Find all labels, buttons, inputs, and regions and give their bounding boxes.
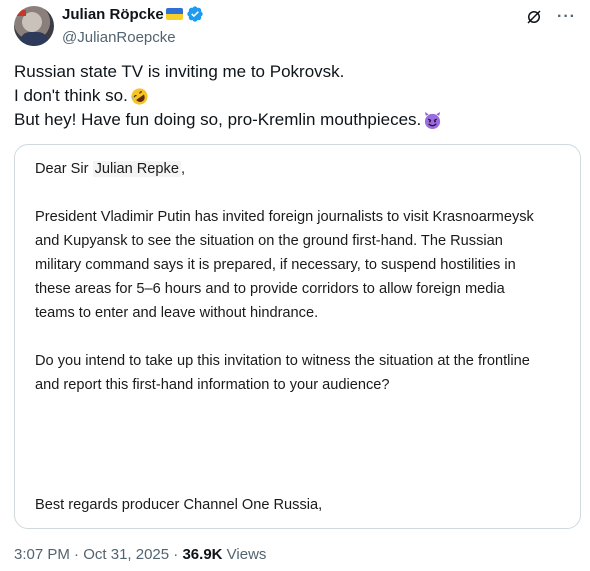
letter-para1-line2: and Kupyansk to see the situation on the… bbox=[35, 233, 503, 249]
author-handle[interactable]: @JulianRoepcke bbox=[62, 28, 204, 48]
rolling-on-floor-laughing-emoji bbox=[131, 87, 148, 105]
tweet-line-2: I don't think so. bbox=[14, 84, 580, 108]
letter-text: Dear Sir Julian Repke, President Vladimi… bbox=[35, 157, 555, 517]
tweet-line-1: Russian state TV is inviting me to Pokro… bbox=[14, 60, 580, 84]
letter-para1-line4: these areas for 5–6 hours and to provide… bbox=[35, 281, 505, 297]
tweet-meta: 3:07 PM · Oct 31, 2025 · 36.9K Views bbox=[14, 545, 266, 565]
tweet-line-3-text: But hey! Have fun doing so, pro-Kremlin … bbox=[14, 110, 422, 129]
tweet-header: Julian Röpcke @JulianRoepcke ··· bbox=[14, 4, 580, 48]
display-name-row: Julian Röpcke bbox=[62, 4, 204, 24]
attached-image-card[interactable]: Dear Sir Julian Repke, President Vladimi… bbox=[14, 144, 581, 529]
tweet-line-1-text: Russian state TV is inviting me to Pokro… bbox=[14, 62, 345, 81]
letter-salutation: Dear Sir Julian Repke, bbox=[35, 157, 555, 181]
tweet-line-3: But hey! Have fun doing so, pro-Kremlin … bbox=[14, 108, 580, 132]
smiling-devil-emoji bbox=[425, 111, 441, 129]
views-label: Views bbox=[222, 546, 267, 563]
salutation-suffix: , bbox=[180, 161, 186, 177]
letter-para2-line1: Do you intend to take up this invitation… bbox=[35, 353, 530, 369]
more-options-icon[interactable]: ··· bbox=[557, 9, 576, 25]
author-display-name[interactable]: Julian Röpcke bbox=[62, 6, 164, 23]
salutation-prefix: Dear Sir bbox=[35, 161, 93, 177]
letter-para1-line3: military command says it is prepared, if… bbox=[35, 257, 516, 273]
header-actions: ··· bbox=[525, 8, 576, 26]
author-names: Julian Röpcke @JulianRoepcke bbox=[62, 4, 204, 48]
letter-para1-line1: President Vladimir Putin has invited for… bbox=[35, 209, 534, 225]
author-avatar[interactable] bbox=[14, 6, 54, 46]
meta-separator-2: · bbox=[169, 546, 183, 563]
meta-separator: · bbox=[69, 546, 84, 563]
verified-badge-icon bbox=[187, 6, 203, 22]
tweet-date[interactable]: Oct 31, 2025 bbox=[83, 546, 169, 563]
tweet-time[interactable]: 3:07 PM bbox=[14, 546, 70, 563]
letter-para1-line5: teams to enter and leave without hindran… bbox=[35, 305, 319, 321]
tweet-line-2-text: I don't think so. bbox=[14, 86, 128, 105]
letter-para2-line2: and report this first-hand information t… bbox=[35, 377, 390, 393]
ukraine-flag-icon bbox=[165, 8, 183, 20]
tweet-text: Russian state TV is inviting me to Pokro… bbox=[14, 60, 580, 132]
grok-icon[interactable] bbox=[525, 8, 543, 26]
salutation-name: Julian Repke bbox=[92, 161, 181, 177]
views-count[interactable]: 36.9K bbox=[182, 546, 222, 563]
letter-closing: Best regards producer Channel One Russia… bbox=[35, 497, 323, 513]
